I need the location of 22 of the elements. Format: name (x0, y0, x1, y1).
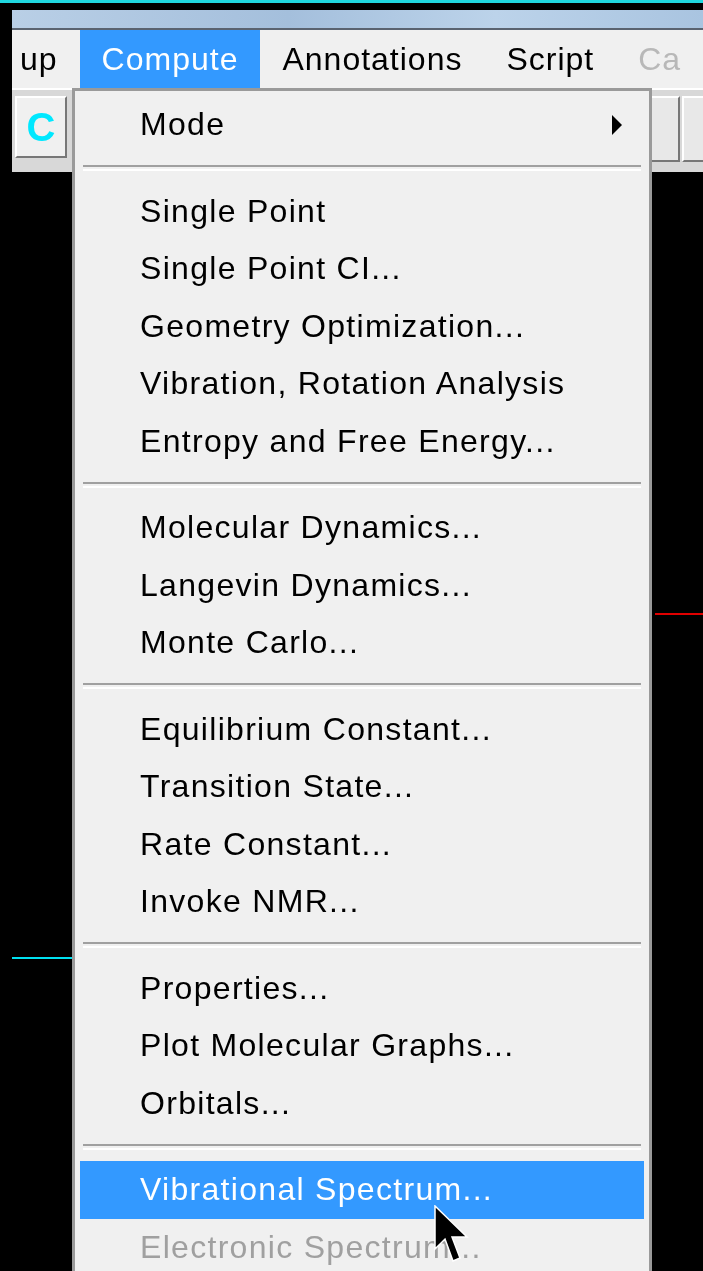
menu-item[interactable]: Single Point CI... (80, 240, 644, 298)
menu-item[interactable]: Single Point (80, 182, 644, 240)
menu-bar-item[interactable]: up (12, 30, 80, 88)
menu-item[interactable]: Langevin Dynamics... (80, 556, 644, 614)
menu-bar-item[interactable]: Script (484, 30, 617, 88)
menu-item[interactable]: Transition State... (80, 758, 644, 816)
menu-item[interactable]: Monte Carlo... (80, 614, 644, 672)
menu-item[interactable]: Properties... (80, 959, 644, 1017)
menu-item[interactable]: Geometry Optimization... (80, 297, 644, 355)
menu-item[interactable]: Molecular Dynamics... (80, 499, 644, 557)
menu-item[interactable]: Rate Constant... (80, 815, 644, 873)
menu-item[interactable]: Equilibrium Constant... (80, 700, 644, 758)
menu-item[interactable]: Orbitals... (80, 1074, 644, 1132)
canvas-line (12, 957, 74, 959)
menu-item[interactable]: Plot Molecular Graphs... (80, 1017, 644, 1075)
menu-bar-item[interactable]: Annotations (260, 30, 485, 88)
menu-item[interactable]: Entropy and Free Energy... (80, 412, 644, 470)
canvas-line (655, 613, 703, 615)
menu-item[interactable]: Mode (80, 96, 644, 154)
menu-item[interactable]: Vibration, Rotation Analysis (80, 355, 644, 413)
submenu-arrow-icon (610, 112, 624, 137)
menu-item[interactable]: Invoke NMR... (80, 873, 644, 931)
